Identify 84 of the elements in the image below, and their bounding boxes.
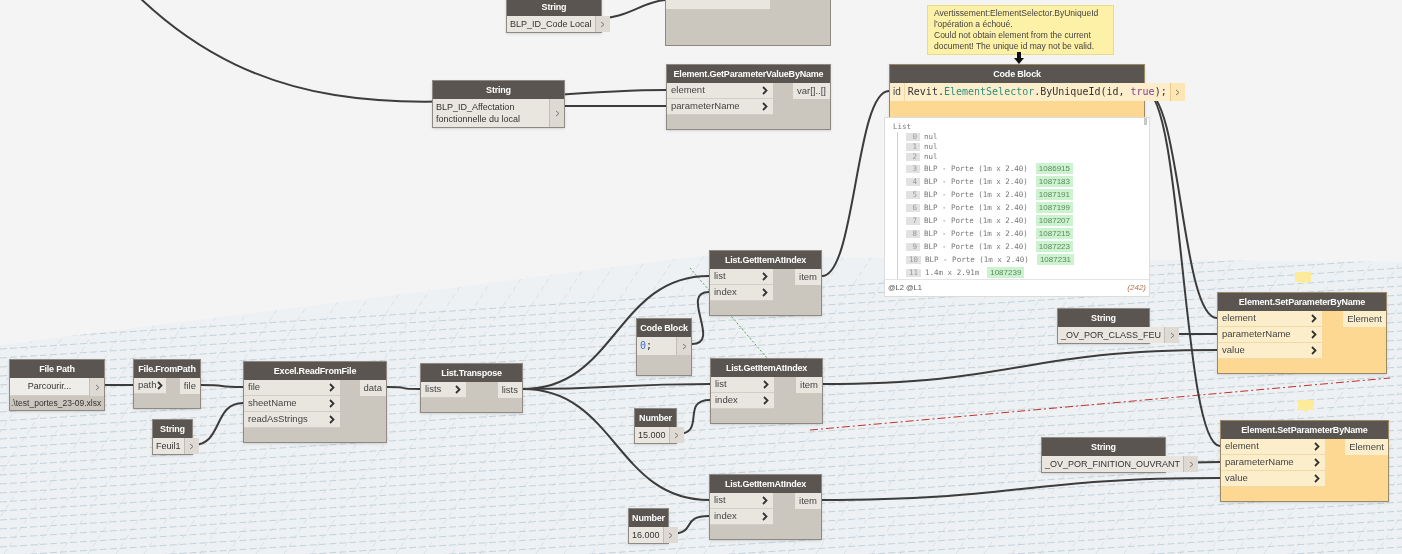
input-port[interactable]: index: [711, 393, 774, 409]
chevron-icon: [455, 385, 461, 394]
input-port[interactable]: id: [890, 83, 905, 101]
input-port[interactable]: list: [711, 377, 774, 393]
element-id[interactable]: 1087215: [1035, 228, 1073, 239]
value-field[interactable]: Feuil1: [153, 438, 184, 454]
node-title[interactable]: String: [433, 81, 564, 99]
output-port[interactable]: [89, 378, 104, 396]
item-count: (242): [1127, 282, 1146, 294]
input-port[interactable]: sheetName: [244, 396, 340, 412]
value-field[interactable]: BLP_ID_Code Local: [507, 16, 595, 32]
node-title[interactable]: Code Block: [637, 319, 691, 337]
value-field[interactable]: _OV_POR_FINITION_OUVRANT: [1042, 456, 1184, 472]
output-port[interactable]: var[]..[]: [792, 83, 830, 99]
node-title[interactable]: Element.SetParameterByName: [1218, 293, 1386, 311]
node-title[interactable]: Code Block: [890, 65, 1144, 83]
value-field[interactable]: 15.000: [635, 427, 669, 443]
wire: [104, 384, 134, 386]
output-port[interactable]: item: [795, 493, 821, 509]
input-port[interactable]: file: [244, 380, 340, 396]
input-port[interactable]: element: [1221, 439, 1325, 455]
input-port[interactable]: lists: [421, 382, 466, 398]
input-port[interactable]: parameterName: [1218, 327, 1322, 343]
element-id[interactable]: 1086915: [1035, 163, 1073, 174]
warning-bubble-icon[interactable]: [1298, 400, 1314, 414]
input-port[interactable]: list: [710, 269, 773, 285]
node-title[interactable]: List.Transpose: [421, 364, 522, 382]
input-port[interactable]: element: [1218, 311, 1322, 327]
node-title[interactable]: File.FromPath: [134, 360, 200, 378]
node-title[interactable]: Number: [635, 409, 676, 427]
wire: [200, 384, 244, 388]
input-port[interactable]: value: [1221, 471, 1325, 487]
output-port[interactable]: [549, 99, 564, 127]
output-port[interactable]: item: [796, 377, 822, 393]
output-port[interactable]: file: [179, 378, 200, 394]
input-port[interactable]: value: [1218, 343, 1322, 359]
output-port[interactable]: Element: [1345, 439, 1388, 455]
element-id[interactable]: 1087223: [1035, 241, 1073, 252]
node-title[interactable]: List.GetItemAtIndex: [710, 251, 821, 269]
node-title[interactable]: Element.SetParameterByName: [1221, 421, 1388, 439]
input-port[interactable]: parameterName: [667, 99, 773, 115]
node-title[interactable]: List.GetItemAtIndex: [711, 359, 822, 377]
input-port[interactable]: element: [667, 83, 773, 99]
node-title[interactable]: File Path: [10, 360, 104, 378]
node-title[interactable]: String: [153, 420, 192, 438]
output-port[interactable]: item: [795, 269, 821, 285]
output-port[interactable]: [676, 337, 691, 355]
output-port[interactable]: data: [359, 380, 386, 396]
wire: [386, 386, 421, 390]
warning-tooltip: Avertissement:ElementSelector.ByUniqueId l'opération a échoué. Could not obtain element from the current document! The unique id may not be valid.: [927, 5, 1114, 55]
node-title[interactable]: String: [1042, 438, 1165, 456]
browse-button[interactable]: Parcourir...: [10, 378, 89, 396]
element-id[interactable]: 1087231: [1036, 254, 1075, 265]
output-port[interactable]: Element: [1343, 311, 1386, 327]
output-port[interactable]: [1183, 456, 1199, 472]
element-id[interactable]: 1087207: [1035, 215, 1073, 226]
element-id[interactable]: 1087191: [1035, 189, 1073, 200]
node-title[interactable]: String: [507, 0, 601, 16]
input-port[interactable]: parameterName: [1221, 455, 1325, 471]
file-path-text: .\test_portes_23-09.xlsx: [10, 397, 103, 410]
element-id[interactable]: 1087199: [1035, 202, 1073, 213]
node-title[interactable]: String: [1058, 309, 1149, 327]
value-field[interactable]: BLP_ID_Affectation fonctionnelle du local: [433, 99, 549, 127]
code-editor[interactable]: Revit.ElementSelector.ByUniqueId(id, true);: [904, 83, 1170, 101]
output-port[interactable]: [1164, 327, 1180, 343]
node-title[interactable]: List.GetItemAtIndex: [710, 475, 821, 493]
code-editor[interactable]: 0;: [637, 337, 676, 355]
input-port[interactable]: index: [710, 285, 773, 301]
input-port[interactable]: index: [710, 509, 773, 525]
node-title[interactable]: Number: [629, 509, 668, 527]
node-title[interactable]: Element.GetParameterValueByName: [667, 65, 830, 83]
output-port[interactable]: lists: [497, 382, 522, 398]
scrollbar-thumb[interactable]: [1144, 118, 1147, 125]
node-title[interactable]: Excel.ReadFromFile: [244, 362, 386, 380]
value-field[interactable]: 16.000: [629, 527, 663, 543]
down-arrow-icon: [1014, 52, 1024, 64]
value-field[interactable]: _OV_POR_CLASS_FEU: [1058, 327, 1165, 343]
chevron-icon: [156, 381, 163, 390]
input-port[interactable]: list: [710, 493, 773, 509]
input-port[interactable]: readAsStrings: [244, 412, 340, 428]
element-id[interactable]: 1087239: [987, 267, 1025, 278]
input-port[interactable]: path: [134, 378, 166, 394]
element-id[interactable]: 1087183: [1035, 176, 1073, 187]
warning-bubble-icon[interactable]: [1295, 272, 1311, 286]
